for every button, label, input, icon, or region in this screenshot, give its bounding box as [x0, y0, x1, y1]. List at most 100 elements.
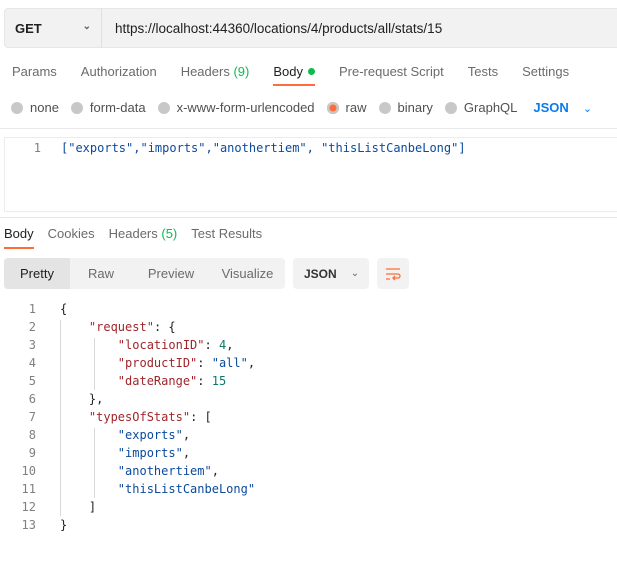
line-content: "productID": "all", — [60, 356, 255, 370]
method-select[interactable]: GET ⌄ — [5, 9, 102, 47]
code-token: 15 — [211, 374, 227, 388]
response-format-label: JSON — [304, 266, 337, 281]
radio-label: raw — [345, 100, 367, 115]
method-label: GET — [15, 20, 42, 36]
view-tab-preview[interactable]: Preview — [132, 258, 210, 289]
chevron-down-icon: ⌄ — [350, 268, 360, 279]
line-number: 10 — [21, 464, 36, 478]
code-token: , — [226, 338, 234, 352]
tab-tests[interactable]: Tests — [468, 64, 498, 86]
tab-label: Cookies — [47, 226, 95, 241]
tab-headers[interactable]: Headers (9) — [181, 64, 250, 86]
line-number: 1 — [33, 141, 41, 155]
line-content: "thisListCanbeLong" — [60, 482, 255, 496]
line-content: { — [60, 302, 67, 316]
view-tab-visualize[interactable]: Visualize — [210, 258, 285, 289]
response-tabs: Body Cookies Headers (5) Test Results — [4, 226, 276, 250]
radio-button-icon — [70, 101, 83, 114]
request-body-editor[interactable]: 1 ["exports","imports","anothertiem", "th… — [4, 137, 617, 212]
code-line: 8 "exports", — [0, 426, 255, 444]
request-body-text: ["exports","imports","anothertiem", "thi… — [61, 141, 466, 155]
tab-settings[interactable]: Settings — [522, 64, 569, 86]
line-number: 5 — [28, 374, 36, 388]
code-token: "productID" — [117, 356, 198, 370]
chevron-down-icon: ⌄ — [82, 21, 91, 32]
code-token: "dateRange" — [117, 374, 198, 388]
wrap-lines-icon — [386, 267, 401, 280]
line-content: ] — [60, 500, 96, 514]
line-content: } — [60, 518, 67, 532]
radio-x-www-form-urlencoded[interactable]: x-www-form-urlencoded — [157, 100, 315, 115]
tab-label: Body — [4, 226, 34, 241]
tab-body[interactable]: Body — [273, 64, 315, 86]
radio-label: form-data — [89, 100, 146, 115]
code-token: : { — [153, 320, 176, 334]
code-token: "exports" — [117, 428, 183, 442]
response-format-select[interactable]: JSON ⌄ — [293, 258, 369, 289]
code-line: 2 "request": { — [0, 318, 255, 336]
url-input[interactable]: https://localhost:44360/locations/4/prod… — [102, 9, 442, 47]
raw-format-select[interactable]: JSON ⌄ — [533, 100, 592, 115]
tab-label: Test Results — [191, 226, 263, 241]
wrap-lines-button[interactable] — [377, 258, 409, 289]
tab-count: (9) — [233, 64, 250, 79]
view-mode-tabs: Pretty Raw Preview Visualize — [4, 258, 285, 289]
radio-binary[interactable]: binary — [378, 100, 433, 115]
line-number: 8 — [28, 428, 36, 442]
code-token: }, — [88, 392, 104, 406]
radio-none[interactable]: none — [11, 100, 59, 115]
response-tab-test-results[interactable]: Test Results — [191, 226, 262, 250]
line-number: 3 — [28, 338, 36, 352]
tab-label: Authorization — [80, 64, 157, 79]
code-line: 6 }, — [0, 390, 255, 408]
tab-label: Body — [273, 64, 303, 79]
code-line: 5 "dateRange": 15 — [0, 372, 255, 390]
divider — [0, 217, 617, 218]
tab-authorization[interactable]: Authorization — [81, 64, 157, 86]
line-content: }, — [60, 392, 103, 406]
view-tab-raw[interactable]: Raw — [70, 258, 132, 289]
code-token: "locationID" — [117, 338, 205, 352]
radio-label: binary — [397, 100, 433, 115]
response-tab-cookies[interactable]: Cookies — [48, 226, 95, 250]
radio-button-icon — [326, 101, 339, 114]
line-number: 6 — [28, 392, 36, 406]
code-line: 3 "locationID": 4, — [0, 336, 255, 354]
tab-params[interactable]: Params — [12, 64, 57, 86]
code-token: "typesOfStats" — [88, 410, 191, 424]
radio-label: none — [30, 100, 59, 115]
response-tab-body[interactable]: Body — [4, 226, 34, 250]
tab-label: Pre-request Script — [338, 64, 444, 79]
body-type-radios: none form-data x-www-form-urlencoded raw bin… — [11, 100, 592, 115]
line-number: 12 — [21, 500, 36, 514]
view-tab-pretty[interactable]: Pretty — [4, 258, 70, 289]
code-line: 1{ — [0, 300, 255, 318]
radio-graphql[interactable]: GraphQL — [444, 100, 517, 115]
response-tab-headers[interactable]: Headers (5) — [109, 226, 178, 250]
radio-button-icon — [444, 101, 457, 114]
tab-count: (5) — [161, 226, 178, 241]
tab-label: Tests — [467, 64, 499, 79]
radio-form-data[interactable]: form-data — [70, 100, 146, 115]
code-token: : — [204, 338, 219, 352]
radio-raw[interactable]: raw — [326, 100, 367, 115]
line-number: 11 — [21, 482, 36, 496]
line-content: "typesOfStats": [ — [60, 410, 212, 424]
tab-pre-request-script[interactable]: Pre-request Script — [339, 64, 444, 86]
code-token: "anothertiem" — [117, 464, 212, 478]
code-token: ] — [88, 500, 97, 514]
code-line: 11 "thisListCanbeLong" — [0, 480, 256, 498]
chevron-down-icon: ⌄ — [582, 103, 593, 115]
code-token: , — [182, 428, 191, 442]
code-token: : — [197, 356, 212, 370]
raw-format-label: JSON — [533, 100, 569, 115]
line-content: "request": { — [60, 320, 176, 334]
tab-label: Settings — [522, 64, 570, 79]
tab-label: Headers — [180, 64, 230, 79]
line-content: "dateRange": 15 — [60, 374, 226, 388]
